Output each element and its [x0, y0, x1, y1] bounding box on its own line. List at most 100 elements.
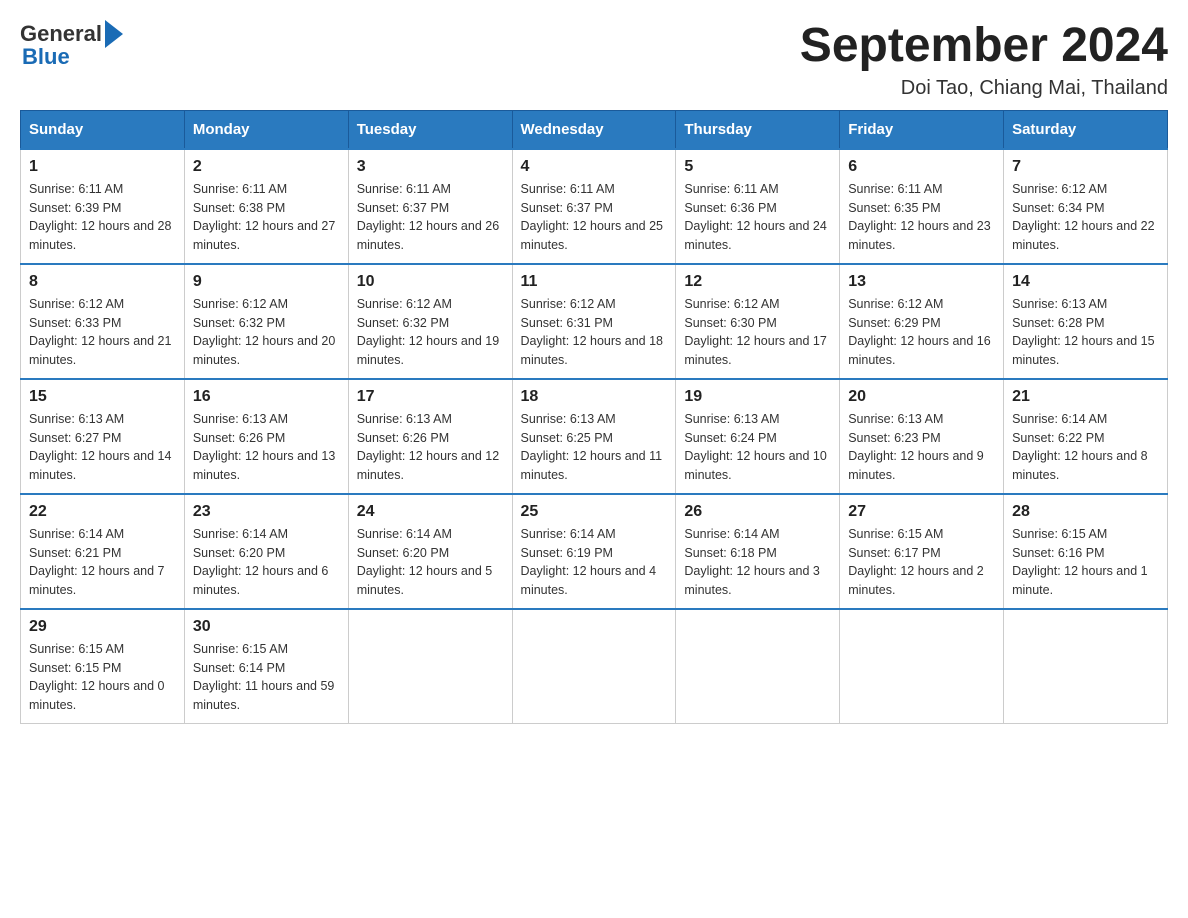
calendar-cell: 17 Sunrise: 6:13 AM Sunset: 6:26 PM Dayl… — [348, 379, 512, 494]
sunrise-label: Sunrise: 6:14 AM — [684, 527, 779, 541]
calendar-cell: 9 Sunrise: 6:12 AM Sunset: 6:32 PM Dayli… — [184, 264, 348, 379]
sunset-label: Sunset: 6:26 PM — [193, 431, 285, 445]
calendar-week-5: 29 Sunrise: 6:15 AM Sunset: 6:15 PM Dayl… — [21, 609, 1168, 724]
daylight-label: Daylight: 12 hours and 0 minutes. — [29, 679, 165, 712]
calendar-header-row: SundayMondayTuesdayWednesdayThursdayFrid… — [21, 110, 1168, 149]
daylight-label: Daylight: 12 hours and 19 minutes. — [357, 334, 499, 367]
day-number: 4 — [521, 158, 668, 176]
day-info: Sunrise: 6:12 AM Sunset: 6:30 PM Dayligh… — [684, 295, 831, 370]
daylight-label: Daylight: 11 hours and 59 minutes. — [193, 679, 335, 712]
daylight-label: Daylight: 12 hours and 7 minutes. — [29, 564, 165, 597]
calendar-cell — [676, 609, 840, 724]
sunset-label: Sunset: 6:39 PM — [29, 201, 121, 215]
day-info: Sunrise: 6:14 AM Sunset: 6:22 PM Dayligh… — [1012, 410, 1159, 485]
sunset-label: Sunset: 6:19 PM — [521, 546, 613, 560]
sunrise-label: Sunrise: 6:12 AM — [29, 297, 124, 311]
day-number: 18 — [521, 388, 668, 406]
day-number: 10 — [357, 273, 504, 291]
sunset-label: Sunset: 6:18 PM — [684, 546, 776, 560]
calendar-week-2: 8 Sunrise: 6:12 AM Sunset: 6:33 PM Dayli… — [21, 264, 1168, 379]
sunset-label: Sunset: 6:32 PM — [193, 316, 285, 330]
day-info: Sunrise: 6:14 AM Sunset: 6:18 PM Dayligh… — [684, 525, 831, 600]
day-number: 13 — [848, 273, 995, 291]
sunrise-label: Sunrise: 6:11 AM — [521, 182, 615, 196]
sunrise-label: Sunrise: 6:12 AM — [193, 297, 288, 311]
day-info: Sunrise: 6:14 AM Sunset: 6:20 PM Dayligh… — [193, 525, 340, 600]
sunset-label: Sunset: 6:30 PM — [684, 316, 776, 330]
calendar-cell: 30 Sunrise: 6:15 AM Sunset: 6:14 PM Dayl… — [184, 609, 348, 724]
calendar-cell: 18 Sunrise: 6:13 AM Sunset: 6:25 PM Dayl… — [512, 379, 676, 494]
calendar-cell: 20 Sunrise: 6:13 AM Sunset: 6:23 PM Dayl… — [840, 379, 1004, 494]
daylight-label: Daylight: 12 hours and 11 minutes. — [521, 449, 663, 482]
sunrise-label: Sunrise: 6:15 AM — [848, 527, 943, 541]
sunrise-label: Sunrise: 6:12 AM — [521, 297, 616, 311]
daylight-label: Daylight: 12 hours and 21 minutes. — [29, 334, 171, 367]
sunrise-label: Sunrise: 6:14 AM — [521, 527, 616, 541]
sunset-label: Sunset: 6:28 PM — [1012, 316, 1104, 330]
day-info: Sunrise: 6:11 AM Sunset: 6:39 PM Dayligh… — [29, 180, 176, 255]
sunrise-label: Sunrise: 6:11 AM — [193, 182, 287, 196]
daylight-label: Daylight: 12 hours and 23 minutes. — [848, 219, 990, 252]
calendar-cell: 5 Sunrise: 6:11 AM Sunset: 6:36 PM Dayli… — [676, 149, 840, 264]
calendar-cell: 27 Sunrise: 6:15 AM Sunset: 6:17 PM Dayl… — [840, 494, 1004, 609]
calendar-header-wednesday: Wednesday — [512, 110, 676, 149]
daylight-label: Daylight: 12 hours and 24 minutes. — [684, 219, 826, 252]
calendar-cell: 2 Sunrise: 6:11 AM Sunset: 6:38 PM Dayli… — [184, 149, 348, 264]
daylight-label: Daylight: 12 hours and 9 minutes. — [848, 449, 984, 482]
day-info: Sunrise: 6:14 AM Sunset: 6:19 PM Dayligh… — [521, 525, 668, 600]
daylight-label: Daylight: 12 hours and 28 minutes. — [29, 219, 171, 252]
calendar-cell: 12 Sunrise: 6:12 AM Sunset: 6:30 PM Dayl… — [676, 264, 840, 379]
day-info: Sunrise: 6:13 AM Sunset: 6:24 PM Dayligh… — [684, 410, 831, 485]
sunset-label: Sunset: 6:15 PM — [29, 661, 121, 675]
sunset-label: Sunset: 6:24 PM — [684, 431, 776, 445]
sunset-label: Sunset: 6:37 PM — [521, 201, 613, 215]
calendar-cell: 13 Sunrise: 6:12 AM Sunset: 6:29 PM Dayl… — [840, 264, 1004, 379]
day-number: 2 — [193, 158, 340, 176]
sunset-label: Sunset: 6:32 PM — [357, 316, 449, 330]
day-info: Sunrise: 6:12 AM Sunset: 6:32 PM Dayligh… — [193, 295, 340, 370]
daylight-label: Daylight: 12 hours and 27 minutes. — [193, 219, 335, 252]
calendar-cell: 10 Sunrise: 6:12 AM Sunset: 6:32 PM Dayl… — [348, 264, 512, 379]
calendar-cell: 15 Sunrise: 6:13 AM Sunset: 6:27 PM Dayl… — [21, 379, 185, 494]
day-info: Sunrise: 6:15 AM Sunset: 6:17 PM Dayligh… — [848, 525, 995, 600]
day-number: 25 — [521, 503, 668, 521]
day-number: 11 — [521, 273, 668, 291]
day-info: Sunrise: 6:11 AM Sunset: 6:37 PM Dayligh… — [521, 180, 668, 255]
sunrise-label: Sunrise: 6:11 AM — [29, 182, 123, 196]
calendar-cell: 6 Sunrise: 6:11 AM Sunset: 6:35 PM Dayli… — [840, 149, 1004, 264]
day-number: 7 — [1012, 158, 1159, 176]
daylight-label: Daylight: 12 hours and 12 minutes. — [357, 449, 499, 482]
sunset-label: Sunset: 6:20 PM — [193, 546, 285, 560]
calendar-cell: 22 Sunrise: 6:14 AM Sunset: 6:21 PM Dayl… — [21, 494, 185, 609]
sunset-label: Sunset: 6:26 PM — [357, 431, 449, 445]
day-number: 21 — [1012, 388, 1159, 406]
day-info: Sunrise: 6:13 AM Sunset: 6:25 PM Dayligh… — [521, 410, 668, 485]
sunset-label: Sunset: 6:23 PM — [848, 431, 940, 445]
daylight-label: Daylight: 12 hours and 6 minutes. — [193, 564, 329, 597]
sunset-label: Sunset: 6:35 PM — [848, 201, 940, 215]
calendar-cell: 11 Sunrise: 6:12 AM Sunset: 6:31 PM Dayl… — [512, 264, 676, 379]
sunset-label: Sunset: 6:20 PM — [357, 546, 449, 560]
calendar-week-4: 22 Sunrise: 6:14 AM Sunset: 6:21 PM Dayl… — [21, 494, 1168, 609]
page-header: General Blue September 2024 Doi Tao, Chi… — [20, 20, 1168, 100]
daylight-label: Daylight: 12 hours and 13 minutes. — [193, 449, 335, 482]
day-info: Sunrise: 6:15 AM Sunset: 6:15 PM Dayligh… — [29, 640, 176, 715]
calendar-table: SundayMondayTuesdayWednesdayThursdayFrid… — [20, 110, 1168, 724]
sunset-label: Sunset: 6:36 PM — [684, 201, 776, 215]
calendar-cell: 21 Sunrise: 6:14 AM Sunset: 6:22 PM Dayl… — [1004, 379, 1168, 494]
daylight-label: Daylight: 12 hours and 22 minutes. — [1012, 219, 1154, 252]
daylight-label: Daylight: 12 hours and 14 minutes. — [29, 449, 171, 482]
calendar-cell: 29 Sunrise: 6:15 AM Sunset: 6:15 PM Dayl… — [21, 609, 185, 724]
sunset-label: Sunset: 6:27 PM — [29, 431, 121, 445]
sunrise-label: Sunrise: 6:12 AM — [1012, 182, 1107, 196]
day-info: Sunrise: 6:12 AM Sunset: 6:29 PM Dayligh… — [848, 295, 995, 370]
sunrise-label: Sunrise: 6:15 AM — [29, 642, 124, 656]
sunset-label: Sunset: 6:34 PM — [1012, 201, 1104, 215]
daylight-label: Daylight: 12 hours and 16 minutes. — [848, 334, 990, 367]
day-info: Sunrise: 6:11 AM Sunset: 6:36 PM Dayligh… — [684, 180, 831, 255]
day-info: Sunrise: 6:14 AM Sunset: 6:21 PM Dayligh… — [29, 525, 176, 600]
day-number: 3 — [357, 158, 504, 176]
sunrise-label: Sunrise: 6:13 AM — [29, 412, 124, 426]
daylight-label: Daylight: 12 hours and 26 minutes. — [357, 219, 499, 252]
day-info: Sunrise: 6:13 AM Sunset: 6:28 PM Dayligh… — [1012, 295, 1159, 370]
